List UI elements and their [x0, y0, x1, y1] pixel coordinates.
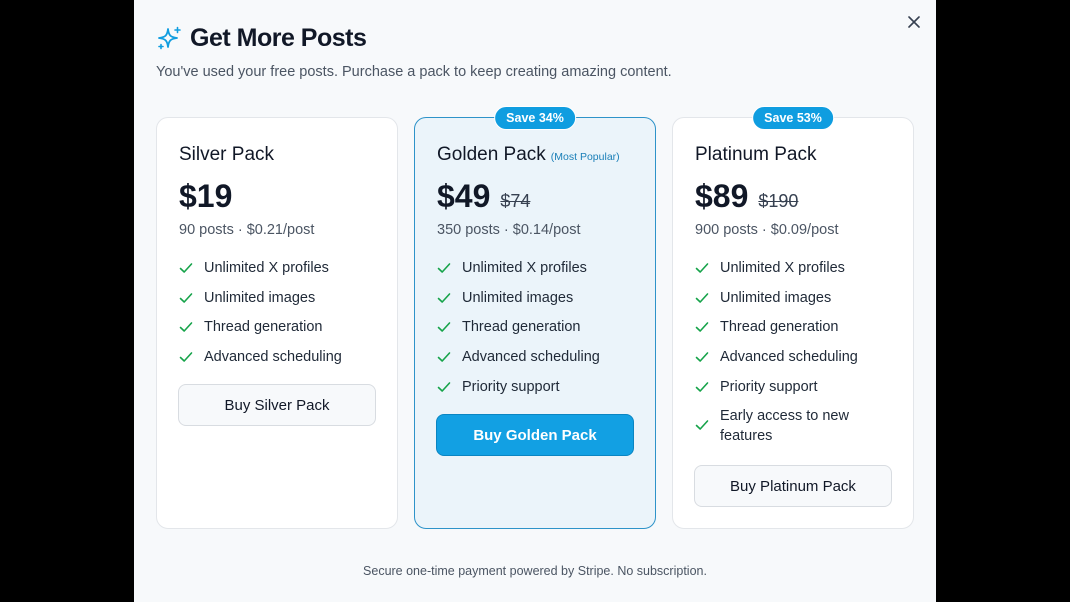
check-icon: [695, 263, 709, 273]
feature-list: Unlimited X profiles Unlimited images Th…: [437, 258, 622, 406]
most-popular-tag: (Most Popular): [550, 151, 620, 163]
feature-item: Advanced scheduling: [695, 347, 880, 377]
price-row: $49 $74: [437, 178, 530, 215]
pack-name: Silver Pack: [179, 144, 274, 166]
sparkles-icon: [158, 26, 181, 49]
payment-footer-note: Secure one-time payment powered by Strip…: [363, 564, 707, 578]
feature-label: Priority support: [720, 378, 818, 395]
pack-price: $49: [437, 178, 491, 214]
feature-item: Thread generation: [695, 317, 880, 347]
buy-silver-pack-button[interactable]: Buy Silver Pack: [178, 384, 376, 426]
feature-item: Unlimited X profiles: [695, 258, 880, 288]
feature-label: Advanced scheduling: [720, 349, 858, 366]
original-price: $74: [500, 191, 531, 211]
check-icon: [437, 263, 451, 273]
feature-label: Thread generation: [204, 319, 323, 336]
pack-price: $19: [179, 178, 233, 214]
check-icon: [179, 352, 193, 362]
feature-label: Advanced scheduling: [204, 349, 342, 366]
check-icon: [695, 322, 709, 333]
check-icon: [695, 381, 709, 392]
original-price: $190: [758, 191, 799, 211]
pack-name: Platinum Pack: [695, 144, 816, 166]
feature-item: Unlimited images: [179, 288, 364, 318]
pack-price: $89: [695, 178, 749, 214]
feature-label: Thread generation: [720, 319, 839, 336]
feature-label: Unlimited X profiles: [204, 260, 329, 276]
feature-item: Priority support: [695, 377, 880, 407]
feature-label: Thread generation: [462, 319, 581, 336]
price-row: $19: [179, 178, 232, 215]
save-badge: Save 34%: [494, 106, 576, 130]
feature-item: Priority support: [437, 377, 622, 407]
feature-item: Thread generation: [437, 317, 622, 347]
feature-item: Advanced scheduling: [179, 347, 364, 377]
feature-label: Priority support: [462, 378, 560, 395]
price-row: $89 $190: [695, 178, 798, 215]
feature-item: Thread generation: [179, 317, 364, 347]
close-button[interactable]: [902, 10, 926, 34]
pack-name-text: Silver Pack: [179, 144, 275, 165]
check-icon: [437, 322, 451, 333]
feature-label: Advanced scheduling: [462, 349, 600, 366]
check-icon: [695, 420, 709, 431]
feature-item: Early access to new features: [695, 406, 880, 456]
pack-card-silver: Silver Pack $19 90 posts · $0.21/post Un…: [156, 117, 398, 529]
feature-label: Unlimited images: [204, 289, 316, 306]
feature-list: Unlimited X profiles Unlimited images Th…: [179, 258, 364, 377]
pack-card-platinum: Save 53% Platinum Pack $89 $190 900 post…: [672, 106, 914, 529]
buy-platinum-pack-button[interactable]: Buy Platinum Pack: [694, 465, 892, 507]
check-icon: [695, 352, 709, 362]
feature-item: Unlimited X profiles: [179, 258, 364, 288]
check-icon: [179, 292, 193, 303]
pack-posts-info: 350 posts · $0.14/post: [437, 222, 581, 238]
buy-golden-pack-button[interactable]: Buy Golden Pack: [436, 414, 634, 456]
pack-name-text: Golden Pack: [437, 144, 546, 165]
feature-item: Unlimited images: [437, 288, 622, 318]
check-icon: [437, 381, 451, 392]
feature-item: Unlimited images: [695, 288, 880, 318]
modal-title: Get More Posts: [190, 24, 367, 52]
pack-card-golden: Save 34% Golden Pack (Most Popular) $49 …: [414, 106, 656, 529]
feature-list: Unlimited X profiles Unlimited images Th…: [695, 258, 880, 456]
check-icon: [179, 263, 193, 273]
feature-label: Unlimited images: [720, 289, 832, 306]
feature-label: Unlimited images: [462, 289, 574, 306]
check-icon: [437, 292, 451, 303]
get-more-posts-modal: Get More Posts You've used your free pos…: [134, 0, 936, 602]
save-badge: Save 53%: [752, 106, 834, 130]
check-icon: [179, 322, 193, 333]
feature-label: Unlimited X profiles: [462, 260, 587, 276]
pack-name-text: Platinum Pack: [695, 144, 817, 165]
modal-subtitle: You've used your free posts. Purchase a …: [156, 64, 672, 80]
pack-name: Golden Pack (Most Popular): [437, 144, 620, 166]
feature-label: Early access to new features: [720, 408, 849, 445]
check-icon: [695, 292, 709, 303]
pack-posts-info: 90 posts · $0.21/post: [179, 222, 315, 238]
feature-label: Unlimited X profiles: [720, 260, 845, 276]
pack-posts-info: 900 posts · $0.09/post: [695, 222, 839, 238]
feature-item: Unlimited X profiles: [437, 258, 622, 288]
modal-header: Get More Posts: [156, 24, 367, 53]
feature-item: Advanced scheduling: [437, 347, 622, 377]
close-icon: [908, 16, 920, 28]
check-icon: [437, 352, 451, 362]
